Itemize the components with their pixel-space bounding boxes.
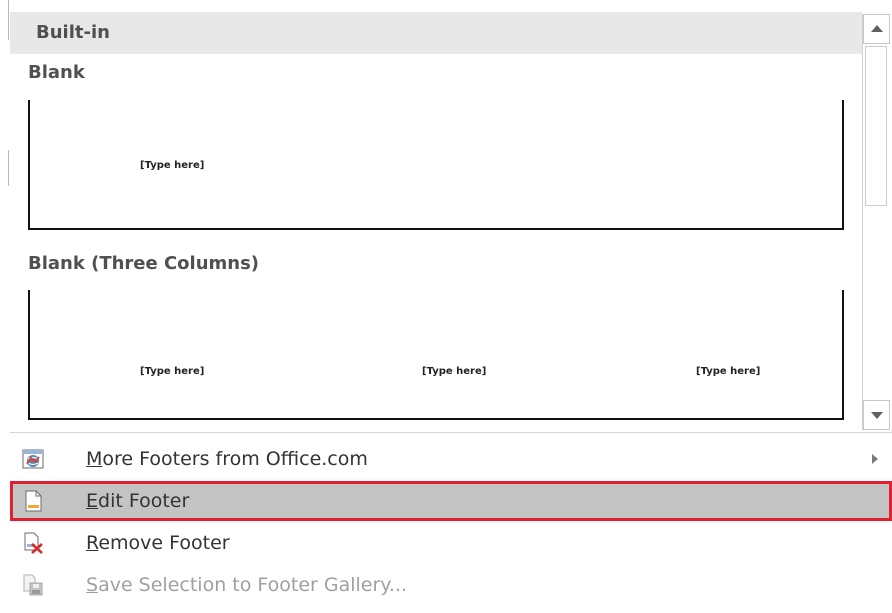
scroll-up-button[interactable] [863, 14, 890, 44]
remove-footer-label: Remove Footer [86, 532, 230, 554]
gallery-scrollbar[interactable] [862, 14, 890, 430]
save-selection-menu-item[interactable]: Save Selection to Footer Gallery... [10, 565, 892, 605]
more-footers-menu-item[interactable]: More Footers from Office.com [10, 439, 892, 479]
placeholder-text-left: [Type here] [140, 366, 205, 377]
edit-footer-label: Edit Footer [86, 490, 190, 512]
scrollbar-thumb[interactable] [865, 46, 887, 206]
placeholder-text-right: [Type here] [696, 366, 761, 377]
gallery-item-title-three-columns: Blank (Three Columns) [28, 253, 260, 274]
more-footers-label: More Footers from Office.com [86, 448, 368, 470]
submenu-arrow-icon [872, 454, 878, 464]
footer-gallery: Built-in Blank [Type here] Blank (Three … [10, 0, 862, 430]
document-icon [22, 490, 44, 512]
save-selection-label: Save Selection to Footer Gallery... [86, 574, 407, 596]
placeholder-text-center: [Type here] [422, 366, 487, 377]
footer-preview-three-columns[interactable]: [Type here] [Type here] [Type here] [28, 290, 844, 420]
footer-preview-blank[interactable]: [Type here] [28, 100, 844, 230]
chevron-up-icon [871, 25, 883, 32]
globe-icon [22, 448, 44, 470]
placeholder-text: [Type here] [140, 160, 205, 171]
scroll-down-button[interactable] [863, 400, 890, 430]
save-icon [22, 574, 44, 596]
menu-divider [10, 432, 892, 433]
gallery-item-title-blank: Blank [28, 62, 85, 83]
chevron-down-icon [871, 412, 883, 419]
remove-footer-menu-item[interactable]: Remove Footer [10, 523, 892, 563]
edit-footer-menu-item[interactable]: Edit Footer [10, 481, 892, 521]
remove-icon [22, 532, 44, 554]
gallery-section-header: Built-in [10, 12, 862, 54]
footer-dropdown-panel: Built-in Blank [Type here] Blank (Three … [10, 0, 892, 613]
document-edge [0, 0, 10, 613]
